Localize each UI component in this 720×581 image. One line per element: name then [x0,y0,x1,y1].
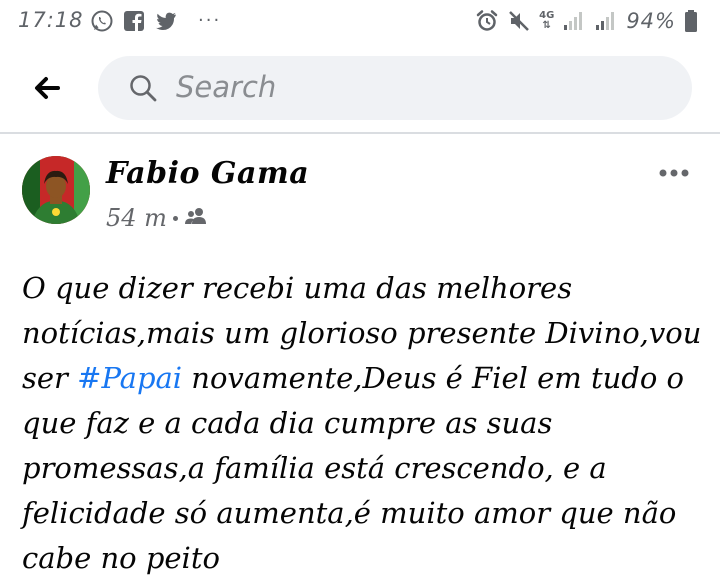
profile-photo [22,156,90,224]
post: Fabio Gama 54 m O que dizer recebi uma d… [0,134,720,580]
post-meta: 54 m [106,204,208,232]
meta-separator [172,215,178,221]
post-time[interactable]: 54 m [106,204,167,232]
search-icon [128,73,158,103]
network-type: 4G ⇅ [539,11,554,31]
status-time: 17:18 [18,8,84,32]
hashtag-link[interactable]: #Papai [77,361,182,395]
more-notifications-icon: ··· [198,10,222,31]
alarm-icon [475,9,499,33]
avatar[interactable] [22,156,90,224]
signal-2-icon [594,9,618,33]
post-options-button[interactable] [658,164,690,177]
back-arrow-icon [35,77,60,99]
mute-icon [507,9,531,33]
notification-icons: ··· [90,9,221,33]
search-header: Search [0,52,720,126]
search-input[interactable]: Search [98,56,692,120]
author-name[interactable]: Fabio Gama [106,156,309,191]
back-button[interactable] [28,70,68,106]
battery-icon [684,9,708,33]
more-options-icon [659,169,689,177]
facebook-icon [122,9,146,33]
post-text: O que dizer recebi uma das melhores notí… [22,266,702,581]
friends-icon [184,206,208,230]
signal-icon [562,9,586,33]
system-icons: 4G ⇅ 94% [475,9,708,33]
data-arrows-icon: ⇅ [542,20,551,31]
search-placeholder: Search [176,70,277,104]
status-bar: 17:18 ··· 4G ⇅ 94% [0,0,720,44]
battery-percent: 94% [626,9,676,33]
twitter-icon [154,9,178,33]
whatsapp-icon [90,9,114,33]
